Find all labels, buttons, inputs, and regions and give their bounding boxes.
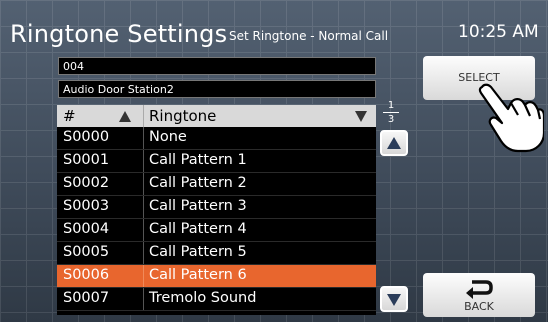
ringtone-name: Call Pattern 5 <box>149 244 247 260</box>
column-divider <box>143 173 144 196</box>
column-divider <box>143 265 144 288</box>
table-row[interactable]: S0001 Call Pattern 1 <box>57 150 376 173</box>
ringtone-id: S0004 <box>63 221 110 237</box>
station-number-field: 004 <box>58 57 376 75</box>
column-divider <box>143 288 144 311</box>
sort-ascending-icon[interactable] <box>119 111 131 122</box>
column-header-ringtone[interactable]: Ringtone <box>149 107 216 125</box>
column-header-number[interactable]: # <box>63 107 76 125</box>
page-total: 3 <box>387 114 395 125</box>
triangle-down-icon <box>387 294 401 306</box>
ringtone-name: Call Pattern 6 <box>149 267 247 283</box>
clock-time: 10:25 AM <box>458 22 539 42</box>
page-divider <box>383 112 399 113</box>
triangle-up-icon <box>387 137 401 149</box>
ringtone-settings-screen: Ringtone Settings Set Ringtone - Normal … <box>0 0 548 322</box>
ringtone-name: Call Pattern 3 <box>149 198 247 214</box>
column-divider <box>143 219 144 242</box>
table-row[interactable]: S0005 Call Pattern 5 <box>57 242 376 265</box>
ringtone-id: S0001 <box>63 152 110 168</box>
row-divider <box>57 310 376 311</box>
back-button-label: BACK <box>464 300 494 313</box>
page-indicator: 1 3 <box>380 100 402 125</box>
table-header: # Ringtone <box>57 105 376 127</box>
page-title: Ringtone Settings <box>10 20 228 48</box>
scroll-down-button[interactable] <box>380 286 408 312</box>
station-name-field: Audio Door Station2 <box>58 80 376 98</box>
ringtone-name: Call Pattern 1 <box>149 152 247 168</box>
sort-descending-icon[interactable] <box>355 111 367 122</box>
page-current: 1 <box>387 100 395 111</box>
ringtone-name: Call Pattern 2 <box>149 175 247 191</box>
scroll-up-button[interactable] <box>380 130 408 156</box>
ringtone-id: S0005 <box>63 244 110 260</box>
ringtone-name: None <box>149 129 187 145</box>
table-row[interactable]: S0004 Call Pattern 4 <box>57 219 376 242</box>
ringtone-id: S0007 <box>63 290 110 306</box>
return-arrow-icon <box>466 280 493 299</box>
column-divider <box>143 150 144 173</box>
ringtone-name: Tremolo Sound <box>149 290 257 306</box>
ringtone-table: # Ringtone S0000 None S0001 Call Pattern 1S… <box>57 105 376 315</box>
table-row[interactable]: S0003 Call Pattern 3 <box>57 196 376 219</box>
column-divider <box>143 242 144 265</box>
back-button[interactable]: BACK <box>423 273 535 317</box>
pointing-hand-icon <box>478 83 544 153</box>
table-row[interactable]: S0000 None <box>57 127 376 150</box>
page-subtitle: Set Ringtone - Normal Call <box>229 29 389 43</box>
column-divider <box>143 127 144 150</box>
ringtone-name: Call Pattern 4 <box>149 221 247 237</box>
ringtone-id: S0006 <box>63 267 110 283</box>
table-row[interactable]: S0007 Tremolo Sound <box>57 288 376 311</box>
ringtone-id: S0003 <box>63 198 110 214</box>
table-body: S0000 None S0001 Call Pattern 1 S0002 Call Pa… <box>57 127 376 311</box>
ringtone-id: S0002 <box>63 175 110 191</box>
ringtone-id: S0000 <box>63 129 110 145</box>
table-row[interactable]: S0006 Call Pattern 6 <box>57 265 376 288</box>
table-row[interactable]: S0002 Call Pattern 2 <box>57 173 376 196</box>
column-divider <box>143 196 144 219</box>
column-divider <box>143 105 144 127</box>
